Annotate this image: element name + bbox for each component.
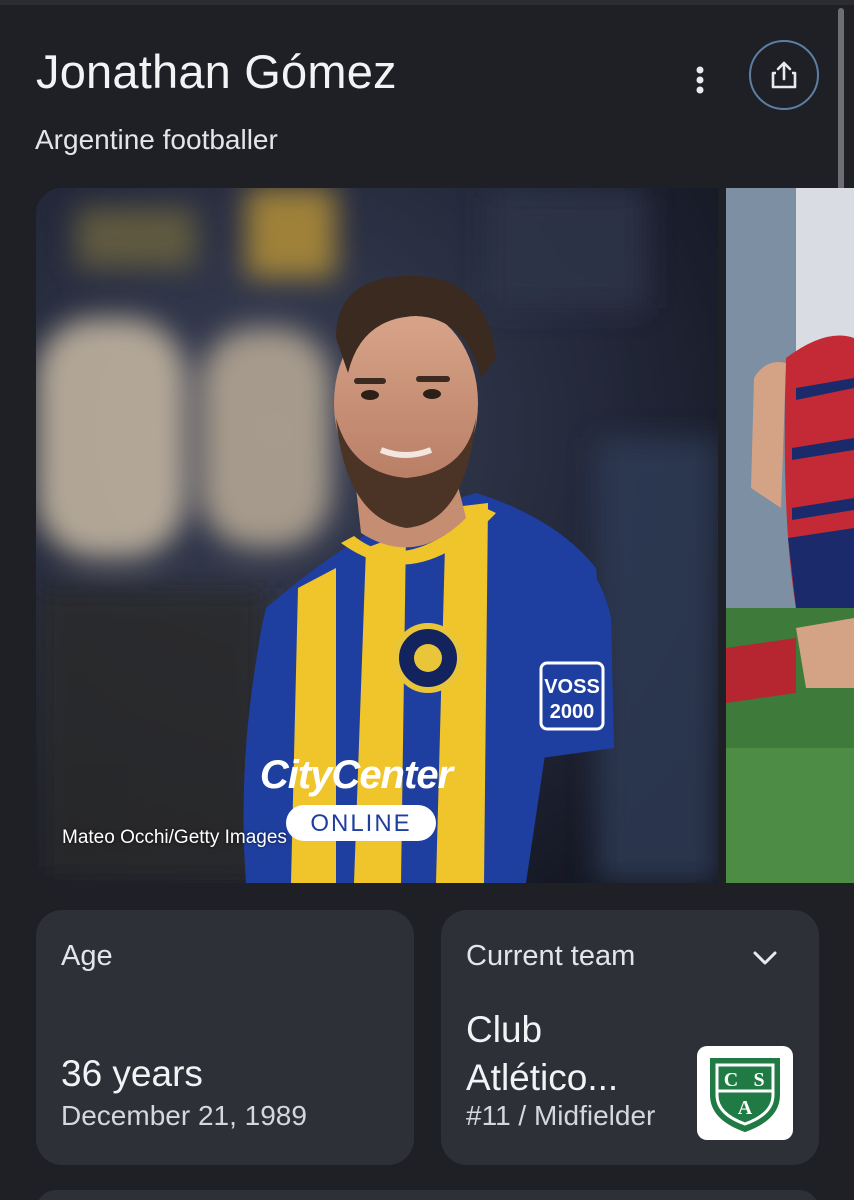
share-button[interactable]: [749, 40, 819, 110]
current-team-label: Current team: [466, 940, 636, 972]
sleeve-sponsor-text: VOSS: [544, 676, 600, 698]
current-team-card[interactable]: Current team Club Atlético... #11 / Midf…: [441, 910, 819, 1165]
sleeve-sponsor-number: 2000: [550, 701, 595, 723]
entity-title: Jonathan Gómez: [36, 45, 397, 98]
player-photo-image: VOSS 2000 CityCenter ONLINE: [36, 188, 718, 883]
team-crest-image: C S A: [710, 1058, 780, 1133]
player-number-position: #11 / Midfielder: [466, 1100, 656, 1131]
next-card-preview[interactable]: [36, 1190, 819, 1200]
scrollbar[interactable]: [838, 8, 844, 218]
player-photo-secondary-image: [726, 188, 854, 883]
team-crest-logo[interactable]: C S A: [697, 1046, 793, 1140]
age-value: 36 years: [61, 1053, 203, 1094]
jersey-sponsor-sub: ONLINE: [310, 810, 411, 837]
age-label: Age: [61, 940, 113, 972]
team-name[interactable]: Club Atlético...: [466, 1006, 676, 1102]
crest-letter-c: C: [724, 1069, 738, 1091]
jersey-sponsor-text: CityCenter: [260, 753, 456, 797]
top-divider: [0, 0, 854, 5]
age-card[interactable]: Age 36 years December 21, 1989: [36, 910, 414, 1165]
player-photo-secondary[interactable]: [726, 188, 854, 883]
crest-letter-s: S: [753, 1069, 764, 1091]
more-vert-icon: [696, 66, 704, 94]
entity-subtitle: Argentine footballer: [35, 124, 278, 155]
birth-date: December 21, 1989: [61, 1100, 307, 1131]
chevron-down-icon: [753, 951, 777, 965]
expand-team-button[interactable]: [747, 940, 783, 976]
more-options-button[interactable]: [680, 58, 720, 102]
share-icon: [771, 61, 797, 89]
crest-letter-a: A: [738, 1097, 753, 1119]
photo-credit: Mateo Occhi/Getty Images: [62, 827, 287, 848]
player-photo[interactable]: VOSS 2000 CityCenter ONLINE Mateo Occhi/…: [36, 188, 718, 883]
